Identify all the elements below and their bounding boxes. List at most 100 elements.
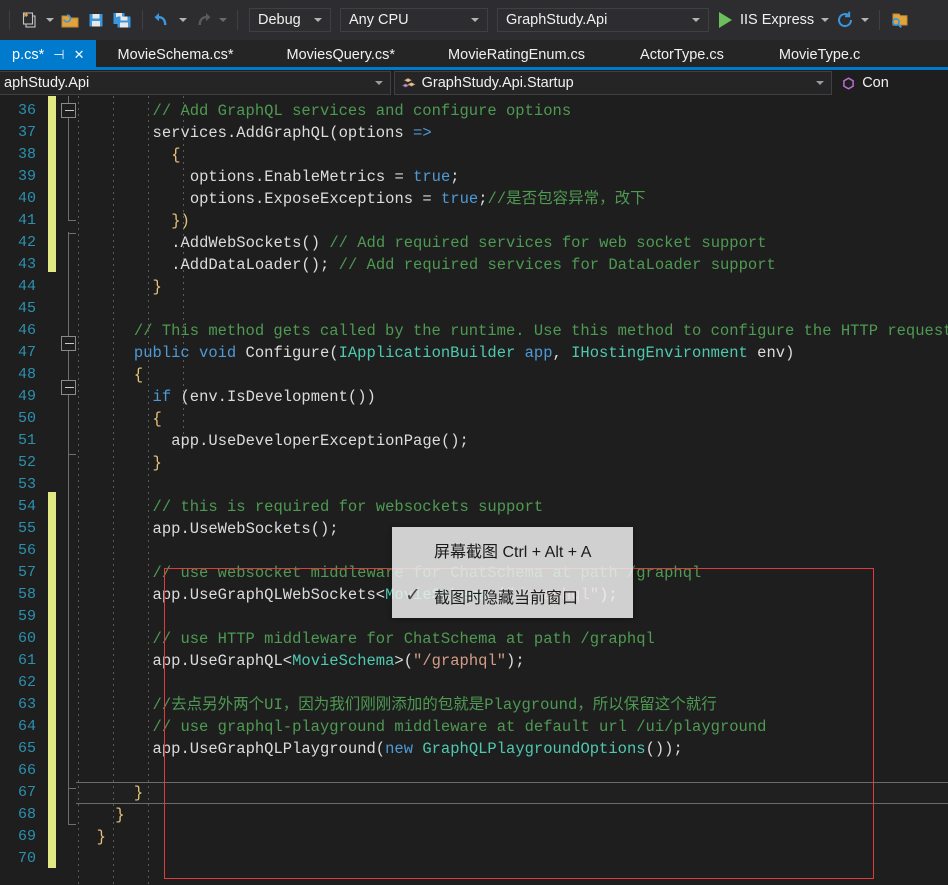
code-line[interactable]: //去点另外两个UI，因为我们刚刚添加的包就是Playground，所以保留这个… <box>153 694 717 716</box>
line-number: 64 <box>17 718 36 735</box>
configuration-chevron-down-icon <box>310 18 326 22</box>
code-line[interactable]: services.AddGraphQL(options => <box>153 122 432 144</box>
tab-startup-cs[interactable]: p.cs* ⊣ ✕ <box>0 40 98 70</box>
code-token: Configure <box>236 344 330 362</box>
outlining-line-2 <box>68 232 69 764</box>
line-number: 67 <box>17 784 36 801</box>
code-line[interactable]: // this is required for websockets suppo… <box>153 496 544 518</box>
tab-label: MovieSchema.cs* <box>117 47 234 63</box>
tab-movietype-cs[interactable]: MovieType.c <box>753 40 866 70</box>
screenshot-context-menu[interactable]: 屏幕截图 Ctrl + Alt + A ✓ 截图时隐藏当前窗口 <box>392 527 633 618</box>
tab-movieratingenum-cs[interactable]: MovieRatingEnum.cs <box>422 40 613 70</box>
code-token: (); <box>440 432 469 450</box>
code-token: , <box>552 344 572 362</box>
hot-reload-icon[interactable] <box>832 7 858 33</box>
code-text-area[interactable]: // Add GraphQL services and configure op… <box>78 96 948 885</box>
menu-item-take-screenshot[interactable]: 屏幕截图 Ctrl + Alt + A <box>392 527 633 572</box>
line-number: 38 <box>17 146 36 163</box>
code-token: app. <box>171 432 209 450</box>
code-line[interactable]: } <box>134 782 143 804</box>
code-token: new <box>385 740 414 758</box>
close-icon[interactable]: ✕ <box>74 47 85 63</box>
menu-item-hide-window[interactable]: ✓ 截图时隐藏当前窗口 <box>392 573 633 618</box>
hot-reload-chevron-down-icon[interactable] <box>858 8 872 32</box>
code-token: }) <box>171 212 190 230</box>
tab-movieschema-cs[interactable]: MovieSchema.cs* <box>97 40 261 70</box>
code-line[interactable]: { <box>134 364 143 386</box>
code-token: AddDataLoader <box>180 256 302 274</box>
navbar-type-dropdown[interactable]: GraphStudy.Api.Startup <box>393 71 833 95</box>
open-file-icon[interactable] <box>57 7 83 33</box>
toolbar-divider-2 <box>142 10 143 30</box>
code-line[interactable]: .AddWebSockets() // Add required service… <box>171 232 766 254</box>
line-number: 60 <box>17 630 36 647</box>
tab-label: MovieRatingEnum.cs <box>448 47 586 63</box>
code-token: GraphQLPlaygroundOptions <box>413 740 646 758</box>
line-number: 42 <box>17 234 36 251</box>
code-editor[interactable]: 36 37 38 39 40 41 42 43 44 45 46 47 48 49 50 51 52 53 54 55… <box>0 96 948 885</box>
code-token: true <box>413 168 451 186</box>
line-number: 53 <box>17 476 36 493</box>
code-line[interactable]: // Add GraphQL services and configure op… <box>153 100 572 122</box>
code-line[interactable]: app.UseDeveloperExceptionPage(); <box>171 430 469 452</box>
code-line[interactable]: app.UseWebSockets(); <box>153 518 339 540</box>
save-icon[interactable] <box>83 7 109 33</box>
code-token: } <box>115 806 125 824</box>
undo-icon[interactable] <box>150 7 176 33</box>
code-line[interactable]: { <box>171 144 180 166</box>
search-folder-icon[interactable] <box>887 7 913 33</box>
outlining-collapse-box-37[interactable] <box>61 103 76 118</box>
code-line[interactable]: } <box>153 452 162 474</box>
save-all-icon[interactable] <box>109 7 135 33</box>
outlining-end-tick-5 <box>68 788 76 789</box>
change-bar-lower <box>48 492 56 868</box>
code-line[interactable]: if (env.IsDevelopment()) <box>153 386 376 408</box>
pin-icon[interactable]: ⊣ <box>53 47 64 63</box>
code-line[interactable]: } <box>115 804 124 826</box>
outlining-collapse-box-49[interactable] <box>61 380 76 395</box>
navbar-project-dropdown[interactable]: aphStudy.Api <box>0 71 391 95</box>
new-project-icon[interactable] <box>17 7 43 33</box>
undo-chevron-down-icon[interactable] <box>176 8 190 32</box>
configuration-dropdown[interactable]: Debug <box>249 8 331 32</box>
line-number: 55 <box>17 520 36 537</box>
code-token: ) <box>785 344 795 362</box>
code-line[interactable]: // use HTTP middleware for ChatSchema at… <box>153 628 655 650</box>
code-token: IHostingEnvironment <box>571 344 748 362</box>
code-line[interactable]: options.EnableMetrics = true; <box>190 166 460 188</box>
startup-project-dropdown[interactable]: GraphStudy.Api <box>497 8 709 32</box>
outlining-end-tick-2 <box>68 233 76 234</box>
code-token: ()) <box>347 388 376 406</box>
outlining-collapse-box-47[interactable] <box>61 336 76 351</box>
start-debugging-button[interactable]: IIS Express <box>719 7 814 33</box>
platform-dropdown[interactable]: Any CPU <box>340 8 488 32</box>
code-line[interactable]: { <box>153 408 162 430</box>
new-project-chevron-down-icon[interactable] <box>43 8 57 32</box>
code-line[interactable]: app.UseGraphQL<MovieSchema>("/graphql"); <box>153 650 525 672</box>
code-line[interactable]: .AddDataLoader(); // Add required servic… <box>171 254 776 276</box>
code-line[interactable]: public void Configure(IApplicationBuilde… <box>134 342 794 364</box>
code-line[interactable]: app.UseGraphQLPlayground(new GraphQLPlay… <box>153 738 683 760</box>
code-token: // Add required services for web socket … <box>329 234 767 252</box>
line-number: 62 <box>17 674 36 691</box>
code-token: ); <box>506 652 525 670</box>
tab-actortype-cs[interactable]: ActorType.cs <box>612 40 753 70</box>
tab-moviesquery-cs[interactable]: MoviesQuery.cs* <box>261 40 423 70</box>
line-number: 36 <box>17 102 36 119</box>
navbar-member-dropdown[interactable]: Con <box>835 71 948 95</box>
code-token: < <box>375 586 386 604</box>
code-line[interactable]: } <box>153 276 162 298</box>
code-token: //是否包容异常，改下 <box>487 190 646 208</box>
code-token: env. <box>189 388 227 406</box>
code-line[interactable]: } <box>97 826 106 848</box>
run-target-chevron-down-icon[interactable] <box>818 8 832 32</box>
line-number: 68 <box>17 806 36 823</box>
code-line[interactable]: // use graphql-playground middleware at … <box>153 716 767 738</box>
outlining-end-tick-3 <box>68 454 76 455</box>
code-line[interactable]: options.ExposeExceptions = true;//是否包容异常… <box>190 188 646 210</box>
line-number: 54 <box>17 498 36 515</box>
code-token: MovieSchema <box>292 652 395 670</box>
code-line[interactable]: }) <box>171 210 190 232</box>
code-token: IApplicationBuilder <box>338 344 516 362</box>
code-line[interactable]: // This method gets called by the runtim… <box>134 320 948 342</box>
